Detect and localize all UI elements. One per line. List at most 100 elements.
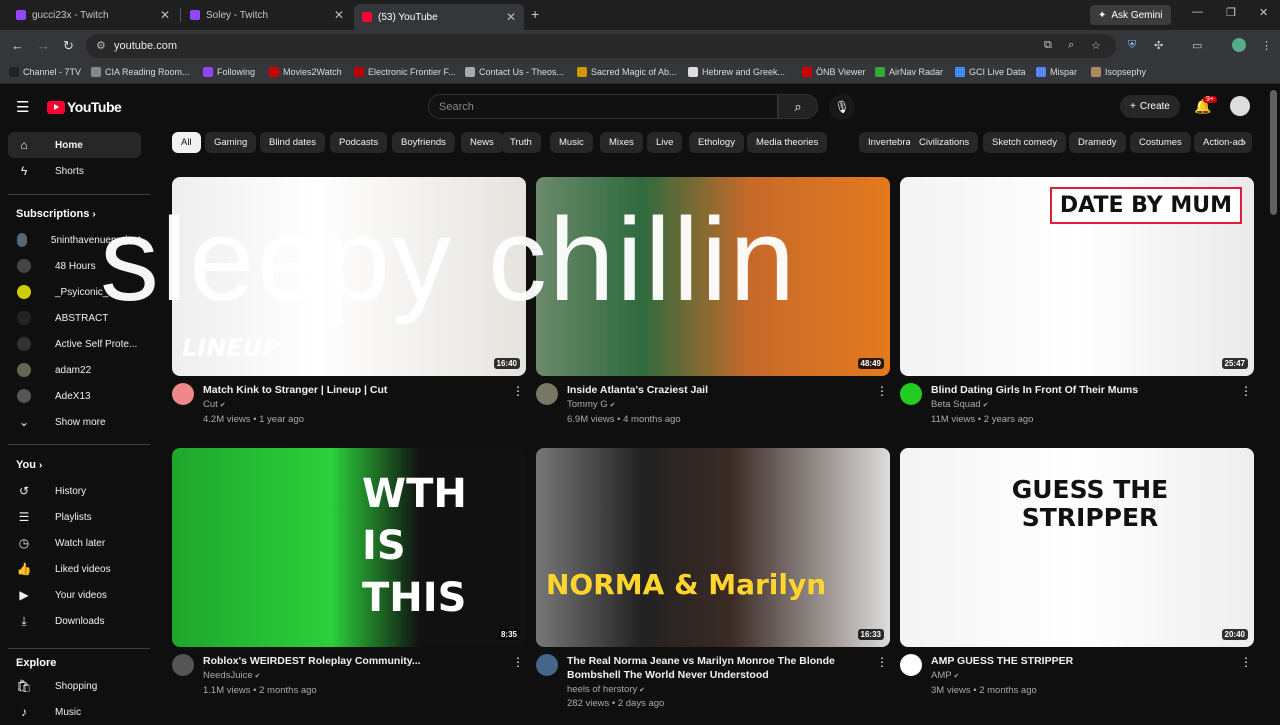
sidebar-subscription[interactable]: 48 Hours: [8, 253, 141, 279]
browser-tab-2[interactable]: Soley - Twitch ✕: [182, 4, 352, 26]
bookmark-item[interactable]: Isopsephy: [1091, 67, 1146, 77]
close-icon[interactable]: ✕: [506, 10, 516, 24]
page-scrollbar[interactable]: [1270, 90, 1277, 215]
video-title[interactable]: Roblox's WEIRDEST Roleplay Community...: [203, 654, 503, 668]
video-thumbnail[interactable]: LINEUP 16:40: [172, 177, 526, 376]
filter-chip[interactable]: Gaming: [205, 132, 257, 153]
channel-name[interactable]: AMP ✔: [931, 670, 959, 681]
video-thumbnail[interactable]: 48:49: [536, 177, 890, 376]
filter-chip[interactable]: Media theories: [747, 132, 828, 153]
video-thumbnail[interactable]: GUESS THE STRIPPER 20:40: [900, 448, 1254, 647]
zoom-icon[interactable]: ⌕: [1068, 39, 1074, 52]
video-title[interactable]: Match Kink to Stranger | Lineup | Cut: [203, 383, 503, 397]
back-icon[interactable]: ←: [11, 38, 24, 53]
minimize-icon[interactable]: —: [1192, 6, 1203, 18]
voice-search-button[interactable]: 🎙: [829, 94, 855, 120]
bookmark-item[interactable]: GCI Live Data: [955, 67, 1026, 77]
filter-chip[interactable]: Music: [550, 132, 593, 153]
youtube-logo[interactable]: YouTube: [47, 99, 122, 115]
bookmark-item[interactable]: Movies2Watch: [269, 67, 342, 77]
bookmark-item[interactable]: AirNav Radar: [875, 67, 943, 77]
channel-name[interactable]: Cut ✔: [203, 399, 226, 410]
filter-chip[interactable]: News: [461, 132, 503, 153]
video-card[interactable]: GUESS THE STRIPPER 20:40 AMP GUESS THE STR…: [900, 448, 1254, 713]
filter-chip[interactable]: Civilizations: [910, 132, 979, 153]
channel-avatar[interactable]: [536, 383, 558, 405]
close-icon[interactable]: ✕: [334, 8, 344, 22]
window-close-icon[interactable]: ✕: [1259, 6, 1268, 19]
sidebar-subscription[interactable]: _Psyiconic_: [8, 279, 141, 305]
video-title[interactable]: Blind Dating Girls In Front Of Their Mum…: [931, 383, 1231, 397]
bookmark-item[interactable]: Contact Us - Theos...: [465, 67, 564, 77]
filter-chip[interactable]: Mixes: [600, 132, 643, 153]
create-button[interactable]: + Create: [1120, 95, 1180, 118]
filter-chip[interactable]: Ethology: [689, 132, 744, 153]
more-options-icon[interactable]: ⋮: [876, 655, 888, 669]
video-thumbnail[interactable]: NORMA & Marilyn 16:33: [536, 448, 890, 647]
extension-shield-icon[interactable]: ⛨: [1128, 39, 1136, 52]
sidebar-subscription[interactable]: 5ninthavenueproject: [8, 227, 141, 253]
bookmark-item[interactable]: CIA Reading Room...: [91, 67, 190, 77]
channel-name[interactable]: heels of herstory ✔: [567, 684, 645, 695]
new-tab-button[interactable]: +: [531, 6, 539, 22]
bookmark-item[interactable]: Hebrew and Greek...: [688, 67, 785, 77]
sidebar-subscription[interactable]: ABSTRACT: [8, 305, 141, 331]
more-options-icon[interactable]: ⋮: [876, 384, 888, 398]
channel-avatar[interactable]: [172, 383, 194, 405]
sidebar-item-like[interactable]: 👍 Liked videos: [8, 556, 141, 582]
filter-chip[interactable]: Boyfriends: [392, 132, 455, 153]
channel-avatar[interactable]: [900, 654, 922, 676]
channel-avatar[interactable]: [536, 654, 558, 676]
sidebar-subscription[interactable]: adam22: [8, 357, 141, 383]
video-card[interactable]: DATE BY MUM 25:47 Blind Dating Girls In Fr…: [900, 177, 1254, 442]
sidebar-item-history[interactable]: ↺ History: [8, 478, 141, 504]
sidebar-show-more[interactable]: ⌄ Show more: [8, 409, 141, 435]
filter-chip[interactable]: Costumes: [1130, 132, 1191, 153]
reload-icon[interactable]: ↻: [63, 38, 74, 54]
profile-avatar[interactable]: [1232, 38, 1246, 52]
side-panel-icon[interactable]: ▭: [1192, 39, 1202, 52]
filter-chip[interactable]: Podcasts: [330, 132, 388, 153]
search-input[interactable]: Search: [428, 94, 778, 119]
bookmark-star-icon[interactable]: ☆: [1091, 39, 1101, 52]
bookmark-item[interactable]: Electronic Frontier F...: [354, 67, 456, 77]
bookmark-item[interactable]: ÖNB Viewer: [802, 67, 865, 77]
video-title[interactable]: Inside Atlanta's Craziest Jail: [567, 383, 867, 397]
bookmark-item[interactable]: Following: [203, 67, 255, 77]
install-icon[interactable]: ⧉: [1044, 39, 1052, 52]
sidebar-item-watch-later[interactable]: ◷ Watch later: [8, 530, 141, 556]
bookmark-item[interactable]: Sacred Magic of Ab...: [577, 67, 677, 77]
address-bar[interactable]: ⚙ youtube.com ⧉ ⌕ ☆: [86, 34, 1116, 58]
menu-kebab-icon[interactable]: ⋮: [1261, 39, 1272, 52]
browser-tab-1[interactable]: gucci23x - Twitch ✕: [8, 4, 178, 26]
forward-icon[interactable]: →: [37, 38, 50, 53]
filter-chip[interactable]: Live: [647, 132, 683, 153]
video-card[interactable]: 48:49 Inside Atlanta's Craziest Jail Tommy…: [536, 177, 890, 442]
chevron-right-icon[interactable]: ›: [1242, 135, 1246, 149]
video-thumbnail[interactable]: DATE BY MUM 25:47: [900, 177, 1254, 376]
sidebar-item-download[interactable]: ⤓ Downloads: [8, 608, 141, 634]
channel-avatar[interactable]: [900, 383, 922, 405]
channel-avatar[interactable]: [172, 654, 194, 676]
sidebar-subscription[interactable]: Active Self Prote...: [8, 331, 141, 357]
video-card[interactable]: WTH IS THIS 8:35 Roblox's WEIRDEST Rolepla…: [172, 448, 526, 713]
video-thumbnail[interactable]: WTH IS THIS 8:35: [172, 448, 526, 647]
close-icon[interactable]: ✕: [160, 8, 170, 22]
video-card[interactable]: NORMA & Marilyn 16:33 The Real Norma Jeane…: [536, 448, 890, 713]
sidebar-item-your-videos[interactable]: ▶ Your videos: [8, 582, 141, 608]
more-options-icon[interactable]: ⋮: [512, 384, 524, 398]
sidebar-item-home[interactable]: ⌂ Home: [8, 132, 141, 158]
channel-name[interactable]: Beta Squad ✔: [931, 399, 988, 410]
bookmark-item[interactable]: Mispar: [1036, 67, 1077, 77]
filter-chip[interactable]: Dramedy: [1069, 132, 1126, 153]
search-button[interactable]: ⌕: [778, 94, 818, 119]
filter-chip[interactable]: Blind dates: [260, 132, 326, 153]
filter-chip[interactable]: Truth: [501, 132, 541, 153]
extensions-icon[interactable]: ✣: [1154, 39, 1163, 52]
more-options-icon[interactable]: ⋮: [512, 655, 524, 669]
restore-icon[interactable]: ❐: [1226, 6, 1236, 19]
channel-name[interactable]: Tommy G ✔: [567, 399, 615, 410]
site-info-icon[interactable]: ⚙: [96, 39, 106, 52]
sidebar-item-explore[interactable]: 🛍 Shopping: [8, 673, 141, 699]
ask-gemini-button[interactable]: ✦ Ask Gemini: [1090, 5, 1171, 25]
